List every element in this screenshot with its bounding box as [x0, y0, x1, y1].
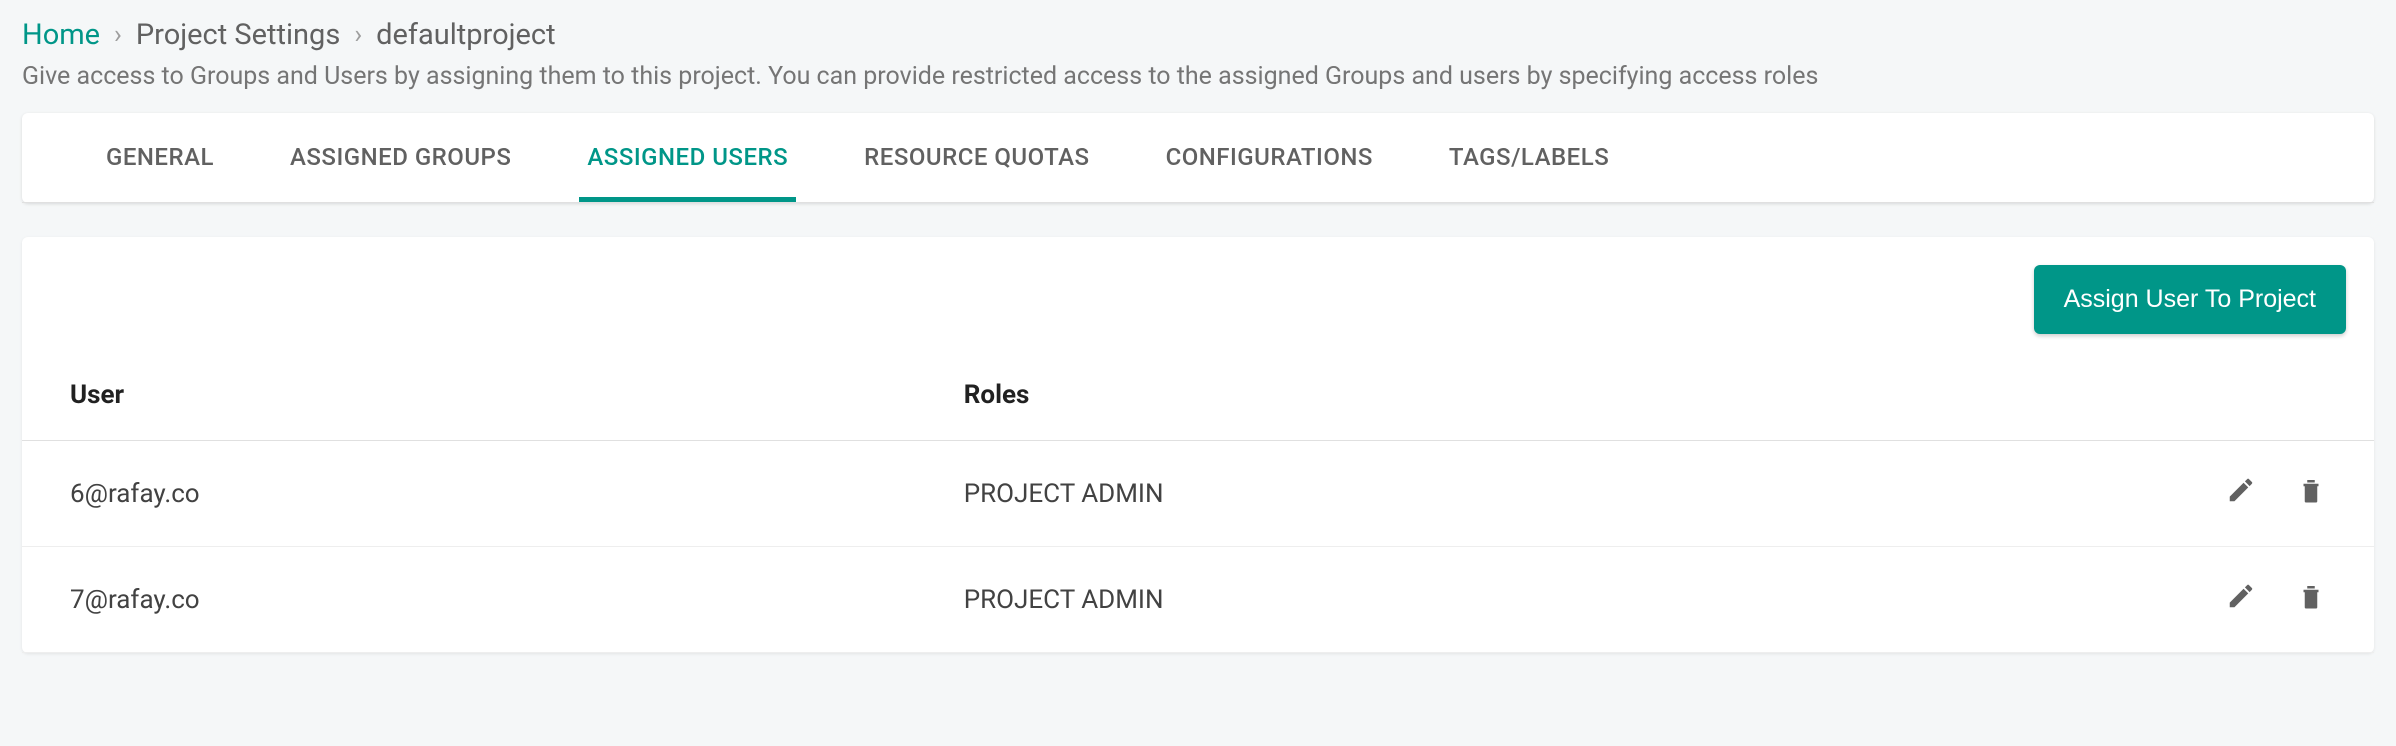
row-actions [2226, 475, 2326, 505]
chevron-right-icon: › [354, 20, 362, 50]
edit-icon[interactable] [2226, 475, 2256, 505]
cell-user: 7@rafay.co [22, 547, 916, 653]
cell-roles: PROJECT ADMIN [916, 441, 2045, 547]
assign-user-button[interactable]: Assign User To Project [2034, 265, 2346, 334]
cell-roles: PROJECT ADMIN [916, 547, 2045, 653]
delete-icon[interactable] [2296, 475, 2326, 505]
edit-icon[interactable] [2226, 581, 2256, 611]
tab-bar: GENERAL ASSIGNED GROUPS ASSIGNED USERS R… [22, 113, 2374, 203]
action-bar: Assign User To Project [22, 265, 2374, 362]
table-row: 6@rafay.co PROJECT ADMIN [22, 441, 2374, 547]
column-header-actions [2045, 362, 2374, 441]
row-actions [2226, 581, 2326, 611]
tab-assigned-groups[interactable]: ASSIGNED GROUPS [282, 113, 519, 202]
tab-general[interactable]: GENERAL [98, 113, 222, 202]
delete-icon[interactable] [2296, 581, 2326, 611]
tab-assigned-users[interactable]: ASSIGNED USERS [579, 113, 796, 202]
chevron-right-icon: › [114, 20, 122, 50]
tabs-container: GENERAL ASSIGNED GROUPS ASSIGNED USERS R… [22, 113, 2374, 203]
tab-configurations[interactable]: CONFIGURATIONS [1158, 113, 1381, 202]
users-table: User Roles 6@rafay.co PROJECT ADMIN [22, 362, 2374, 653]
breadcrumb: Home › Project Settings › defaultproject [0, 18, 2396, 62]
cell-user: 6@rafay.co [22, 441, 916, 547]
tab-resource-quotas[interactable]: RESOURCE QUOTAS [856, 113, 1097, 202]
page-description: Give access to Groups and Users by assig… [0, 62, 2396, 113]
column-header-user: User [22, 362, 916, 441]
breadcrumb-home-link[interactable]: Home [22, 18, 100, 52]
breadcrumb-section[interactable]: Project Settings [136, 18, 340, 52]
assigned-users-panel: Assign User To Project User Roles 6@rafa… [22, 237, 2374, 653]
breadcrumb-current: defaultproject [376, 18, 555, 52]
column-header-roles: Roles [916, 362, 2045, 441]
table-row: 7@rafay.co PROJECT ADMIN [22, 547, 2374, 653]
tab-tags-labels[interactable]: TAGS/LABELS [1441, 113, 1617, 202]
